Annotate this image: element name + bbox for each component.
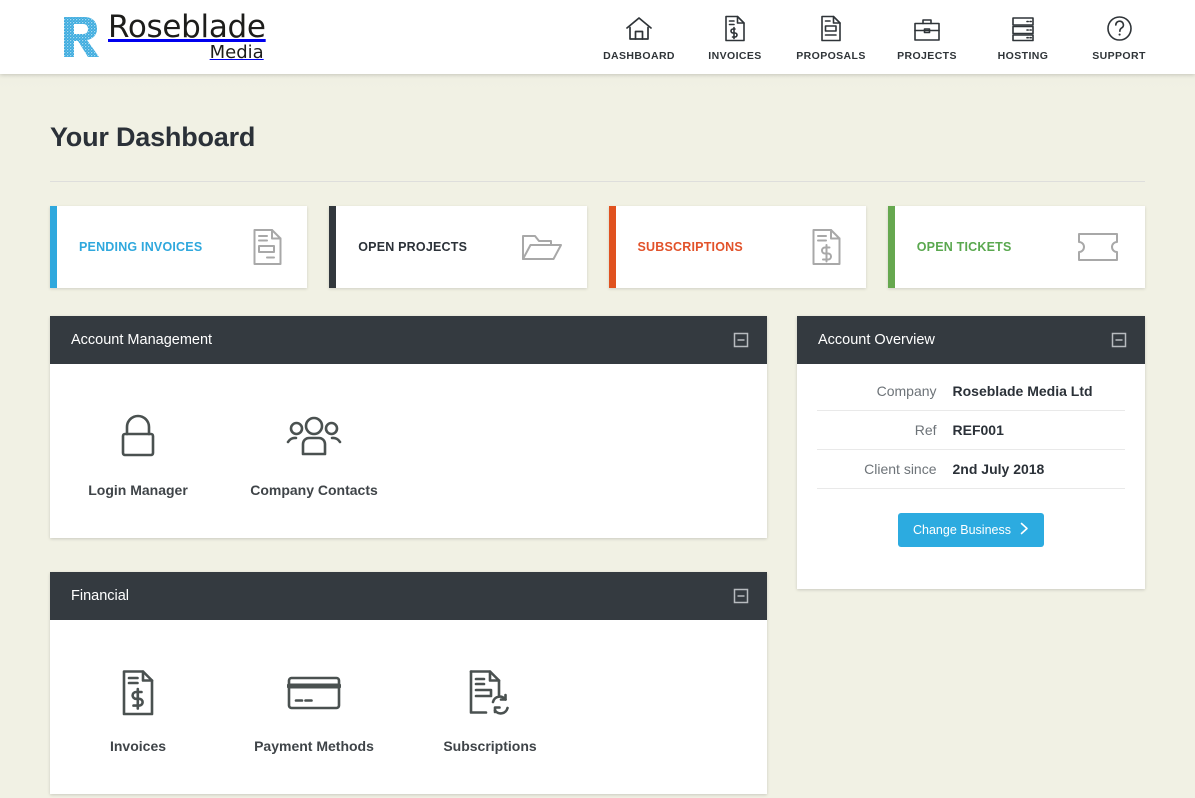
left-column: Account Management Login Manager Company… xyxy=(50,316,767,798)
nav-item-projects[interactable]: PROJECTS xyxy=(879,12,975,62)
stat-card-label: PENDING INVOICES xyxy=(79,240,203,254)
nav-item-dashboard[interactable]: DASHBOARD xyxy=(591,12,687,62)
accent-bar xyxy=(329,206,337,288)
invoice-dollar-icon xyxy=(811,228,842,266)
brand-subtitle: Media xyxy=(209,42,264,63)
stat-card-row: PENDING INVOICES OPEN PROJECTS SUBSCRIPT… xyxy=(50,206,1145,288)
row-value: REF001 xyxy=(952,422,1004,438)
tile-subscriptions[interactable]: Subscriptions xyxy=(402,666,578,754)
panel-grid: Account Management Login Manager Company… xyxy=(50,316,1145,798)
stat-card-label: SUBSCRIPTIONS xyxy=(637,240,743,254)
panel-account-management: Account Management Login Manager Company… xyxy=(50,316,767,538)
row-value: Roseblade Media Ltd xyxy=(952,383,1093,399)
change-business-label: Change Business xyxy=(913,523,1011,537)
document-lines-icon xyxy=(252,228,283,266)
table-row: Client since 2nd July 2018 xyxy=(817,450,1125,489)
change-business-button[interactable]: Change Business xyxy=(898,513,1044,547)
padlock-icon xyxy=(116,410,160,464)
briefcase-icon xyxy=(913,12,941,42)
row-label: Client since xyxy=(864,461,937,477)
stat-card-open-projects[interactable]: OPEN PROJECTS xyxy=(329,206,587,288)
open-folder-icon xyxy=(521,231,563,263)
minimize-box-icon[interactable] xyxy=(733,332,749,348)
brand-logo[interactable]: Roseblade Media xyxy=(58,12,266,62)
panel-financial: Financial Invoices Payment Methods Subsc… xyxy=(50,572,767,794)
panel-body: Invoices Payment Methods Subscriptions xyxy=(50,620,767,794)
panel-header: Financial xyxy=(50,572,767,620)
dashboard-content: Your Dashboard PENDING INVOICES OPEN PRO… xyxy=(0,74,1195,798)
home-icon xyxy=(625,12,653,42)
stat-card-label: OPEN PROJECTS xyxy=(358,240,468,254)
invoice-dollar-icon xyxy=(724,12,746,42)
invoice-dollar-icon xyxy=(120,666,156,720)
panel-header: Account Management xyxy=(50,316,767,364)
nav-item-label: HOSTING xyxy=(997,50,1049,62)
tile-company-contacts[interactable]: Company Contacts xyxy=(226,410,402,498)
tile-login-manager[interactable]: Login Manager xyxy=(50,410,226,498)
tile-label: Login Manager xyxy=(88,482,188,498)
stat-card-subscriptions[interactable]: SUBSCRIPTIONS xyxy=(608,206,866,288)
tile-label: Invoices xyxy=(109,738,167,754)
nav-item-invoices[interactable]: INVOICES xyxy=(687,12,783,62)
question-circle-icon xyxy=(1106,12,1133,42)
button-container: Change Business xyxy=(817,489,1125,589)
nav-item-hosting[interactable]: HOSTING xyxy=(975,12,1071,62)
panel-account-overview: Account Overview Company Roseblade Media… xyxy=(797,316,1145,589)
stat-card-label: OPEN TICKETS xyxy=(916,240,1012,254)
nav-item-label: PROJECTS xyxy=(897,50,957,62)
nav-item-proposals[interactable]: PROPOSALS xyxy=(783,12,879,62)
panel-header: Account Overview xyxy=(797,316,1145,364)
account-overview-table: Company Roseblade Media Ltd Ref REF001 C… xyxy=(817,372,1125,489)
panel-title: Account Overview xyxy=(818,332,935,348)
table-row: Company Roseblade Media Ltd xyxy=(817,372,1125,411)
tile-payment-methods[interactable]: Payment Methods xyxy=(226,666,402,754)
row-label: Company xyxy=(876,383,937,399)
ticket-icon xyxy=(1075,231,1121,263)
panel-body: Company Roseblade Media Ltd Ref REF001 C… xyxy=(797,364,1145,589)
tile-row: Invoices Payment Methods Subscriptions xyxy=(50,620,767,794)
textured-letter-r-logo-icon xyxy=(58,13,104,61)
row-label: Ref xyxy=(914,422,937,438)
credit-card-icon xyxy=(287,666,341,720)
chevron-right-icon xyxy=(1020,522,1029,538)
table-row: Ref REF001 xyxy=(817,411,1125,450)
right-column: Account Overview Company Roseblade Media… xyxy=(797,316,1145,623)
nav-item-support[interactable]: SUPPORT xyxy=(1071,12,1167,62)
title-divider xyxy=(50,181,1145,182)
tile-row: Login Manager Company Contacts xyxy=(50,364,767,538)
minimize-box-icon[interactable] xyxy=(733,588,749,604)
accent-bar xyxy=(50,206,57,288)
accent-bar xyxy=(887,206,895,288)
page-title: Your Dashboard xyxy=(50,122,256,152)
people-group-icon xyxy=(286,410,342,464)
tile-invoices[interactable]: Invoices xyxy=(50,666,226,754)
brand-name: Roseblade xyxy=(108,9,266,45)
minimize-box-icon[interactable] xyxy=(1111,332,1127,348)
proposal-document-icon xyxy=(820,12,842,42)
nav-item-label: PROPOSALS xyxy=(796,50,866,62)
document-recurring-icon xyxy=(468,666,512,720)
top-header: Roseblade Media DASHBOARD INVOICES PROPO… xyxy=(0,0,1195,74)
stat-card-open-tickets[interactable]: OPEN TICKETS xyxy=(887,206,1145,288)
server-rack-icon xyxy=(1010,12,1036,42)
tile-label: Subscriptions xyxy=(443,738,537,754)
accent-bar xyxy=(608,206,616,288)
main-navigation: DASHBOARD INVOICES PROPOSALS PROJECTS HO… xyxy=(591,12,1167,62)
nav-item-label: INVOICES xyxy=(708,50,762,62)
nav-item-label: DASHBOARD xyxy=(603,50,675,62)
tile-label: Payment Methods xyxy=(254,738,374,754)
stat-card-pending-invoices[interactable]: PENDING INVOICES xyxy=(50,206,308,288)
nav-item-label: SUPPORT xyxy=(1092,50,1146,62)
panel-body: Login Manager Company Contacts xyxy=(50,364,767,538)
row-value: 2nd July 2018 xyxy=(952,461,1045,477)
tile-label: Company Contacts xyxy=(250,482,378,498)
panel-title: Account Management xyxy=(71,332,213,348)
panel-title: Financial xyxy=(71,588,130,604)
